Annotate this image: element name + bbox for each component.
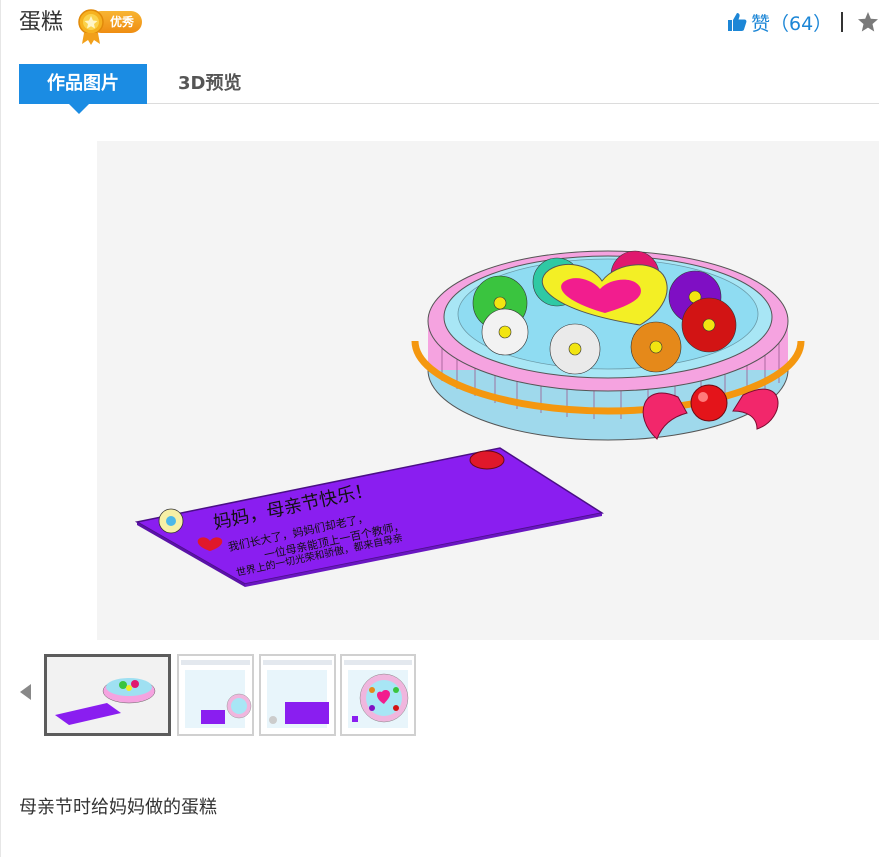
- thumbnail-1[interactable]: [44, 654, 171, 736]
- tab-pointer: [69, 104, 89, 114]
- page-border: [0, 0, 1, 857]
- tab-3d-preview[interactable]: 3D预览: [178, 64, 241, 104]
- tab-images[interactable]: 作品图片: [19, 64, 147, 104]
- excellent-badge: 优秀: [76, 8, 142, 46]
- thumbnail-2[interactable]: [177, 654, 254, 736]
- like-count: 赞（64）: [751, 12, 833, 35]
- divider: [841, 12, 843, 32]
- medal-icon: [78, 9, 104, 45]
- thumbnail-3[interactable]: [259, 654, 336, 736]
- cake-model: [411, 250, 805, 441]
- page-title: 蛋糕: [19, 10, 64, 35]
- greeting-card: 妈妈，母亲节快乐！ 我们长大了，妈妈们却老了， 一位母亲能顶上一百个教师， 世界…: [134, 447, 604, 587]
- main-preview-image: 妈妈，母亲节快乐！ 我们长大了，妈妈们却老了， 一位母亲能顶上一百个教师， 世界…: [97, 141, 879, 640]
- thumbnail-4[interactable]: [340, 654, 416, 736]
- star-icon[interactable]: [857, 11, 879, 33]
- work-description: 母亲节时给妈妈做的蛋糕: [19, 797, 217, 818]
- like-button[interactable]: 赞（64）: [727, 9, 832, 35]
- thumbs-up-icon: [728, 13, 747, 31]
- chevron-left-icon[interactable]: [20, 684, 31, 700]
- tab-divider: [19, 103, 879, 104]
